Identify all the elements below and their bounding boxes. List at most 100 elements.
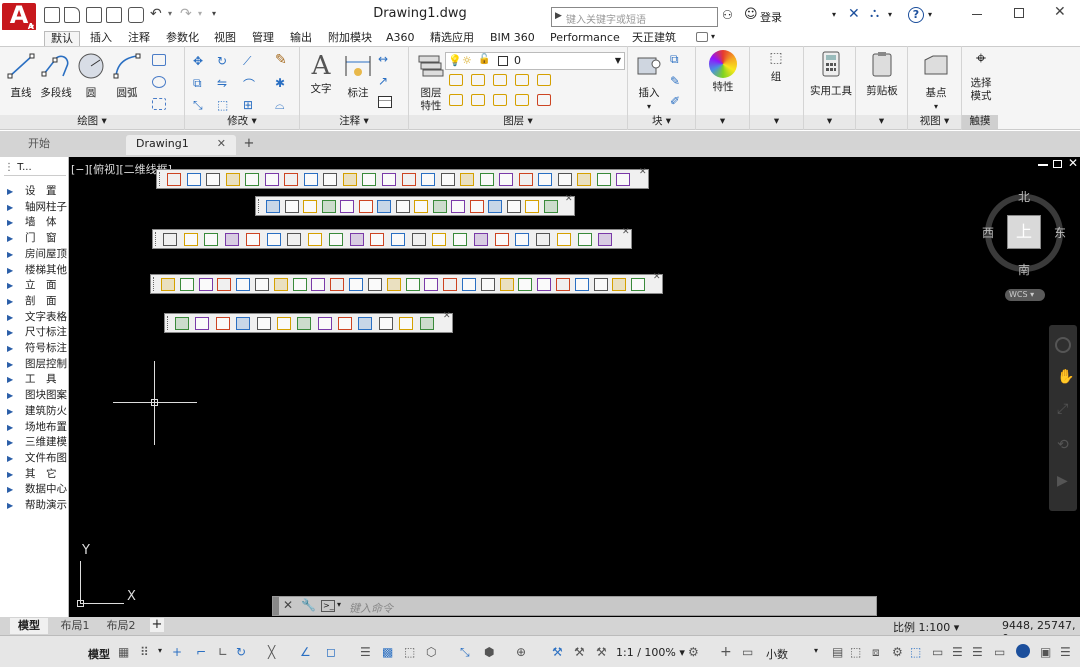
tab-layout2[interactable]: 布局2 (102, 618, 140, 634)
move-icon[interactable]: ✥ (193, 54, 203, 68)
clipboard-button[interactable]: 剪贴板 (860, 50, 904, 98)
ribbon-tab-10[interactable]: BIM 360 (484, 31, 541, 46)
toolbar-close-icon[interactable]: ✕ (639, 168, 647, 177)
toolbar-tool-icon[interactable] (370, 233, 385, 246)
customization-menu-icon[interactable]: ☰ (1060, 645, 1071, 659)
layer-tool-7-icon[interactable] (471, 94, 485, 106)
lineweight-small-icon[interactable]: ☰ (952, 645, 963, 659)
scale-icon[interactable]: ⬚ (217, 98, 228, 112)
toolbar-close-icon[interactable]: ✕ (653, 273, 661, 282)
toolbar-tool-icon[interactable] (175, 317, 189, 330)
toolbar-tool-icon[interactable] (499, 173, 514, 186)
toolbar-tool-icon[interactable] (245, 173, 260, 186)
toolbar-tool-icon[interactable] (362, 173, 377, 186)
toolbar-tool-icon[interactable] (225, 173, 240, 186)
toolbar-tool-icon[interactable] (204, 233, 219, 246)
toolbar-tool-icon[interactable] (536, 233, 551, 246)
help-dropdown-icon[interactable]: ▾ (928, 10, 932, 19)
toolbar-tool-icon[interactable] (537, 278, 552, 291)
toolbar-tool-icon[interactable] (421, 173, 436, 186)
toolbar-tool-icon[interactable] (612, 278, 627, 291)
layer-tool-6-icon[interactable] (449, 94, 463, 106)
toolbar-tool-icon[interactable] (179, 278, 194, 291)
viewcube-top-face[interactable]: 上 (1007, 215, 1041, 249)
toolbar-tool-icon[interactable] (395, 200, 410, 213)
rotate-icon[interactable]: ↻ (217, 54, 227, 68)
toolbar-tool-icon[interactable] (338, 317, 353, 330)
layer-tool-5-icon[interactable] (537, 74, 551, 86)
compass-west-label[interactable]: 西 (982, 224, 994, 241)
dynamic-ucs-icon[interactable]: ⤡ (460, 645, 470, 660)
toolbar-tool-icon[interactable] (217, 278, 232, 291)
palette-item-16[interactable]: ▶ 三维建模 (0, 435, 69, 450)
object-snap-tracking-icon[interactable]: ∠ (300, 645, 311, 659)
toolbar-tool-icon[interactable] (198, 278, 213, 291)
toolbar-tool-icon[interactable] (479, 173, 494, 186)
toolbar-tool-icon[interactable] (525, 200, 539, 213)
toolbar-tool-icon[interactable] (367, 278, 382, 291)
toolbar-tool-icon[interactable] (349, 278, 364, 291)
toolbar-tool-icon[interactable] (414, 200, 428, 213)
toolbar-tool-icon[interactable] (358, 317, 373, 330)
workspace-gear-icon[interactable]: ⚙ (688, 645, 699, 659)
close-window-icon[interactable]: ✕ (1054, 4, 1066, 20)
steering-wheel-icon[interactable] (1055, 337, 1071, 353)
panel-groups-expand[interactable]: ▾ (750, 115, 803, 129)
palette-item-17[interactable]: ▶ 文件布图 (0, 451, 69, 466)
toolbar-tool-icon[interactable] (195, 317, 210, 330)
palette-title[interactable]: ⋮ T... (4, 162, 66, 176)
layer-tool-2-icon[interactable] (471, 74, 485, 86)
toolbar-tool-icon[interactable] (440, 173, 455, 186)
palette-item-3[interactable]: ▶ 门 窗 (0, 231, 69, 246)
toolbar-tool-icon[interactable] (557, 173, 572, 186)
table-icon[interactable] (378, 96, 392, 108)
graphics-icon[interactable]: ☰ (972, 645, 983, 659)
toolbar-tool-icon[interactable] (245, 233, 260, 246)
rectangle-icon[interactable] (152, 54, 166, 66)
tab-layout1[interactable]: 布局1 (56, 618, 94, 634)
edit-attribute-icon[interactable]: ✐ (670, 94, 680, 108)
new-layout-icon[interactable]: + (150, 618, 164, 632)
tab-drawing1[interactable]: Drawing1 ✕ (126, 135, 236, 155)
panel-layers-title[interactable]: 图层 ▾ (409, 115, 627, 129)
undo-icon[interactable]: ↶ (150, 6, 162, 22)
layer-dropdown[interactable]: 💡 ☼ 🔓 0 ▼ (445, 52, 625, 70)
fillet-icon[interactable]: ⌒ (243, 76, 255, 93)
panel-view-title[interactable]: 视图 ▾ (908, 115, 961, 129)
binoculars-icon[interactable]: ⚇ (722, 8, 733, 22)
annotation-scale-label[interactable]: 比例 1:100 ▾ (893, 619, 959, 635)
toolbar-close-icon[interactable]: ✕ (622, 228, 630, 237)
ellipse-icon[interactable] (152, 76, 166, 88)
palette-item-8[interactable]: ▶ 文字表格 (0, 310, 69, 325)
lock-ui-icon[interactable]: ⬚ (850, 645, 861, 659)
toolbar-tool-icon[interactable] (538, 173, 553, 186)
command-prompt-icon[interactable]: >_ (321, 600, 335, 612)
units-icon[interactable]: ▭ (742, 645, 753, 659)
toolbar-tool-icon[interactable] (616, 173, 631, 186)
ribbon-tab-6[interactable]: 输出 (284, 31, 318, 46)
toolbar-grip[interactable] (167, 316, 170, 330)
toolbar-tool-icon[interactable] (161, 278, 175, 291)
toolbar-tool-icon[interactable] (419, 317, 434, 330)
toolbar-tool-icon[interactable] (399, 317, 414, 330)
ortho-icon[interactable]: ∟ (218, 645, 228, 659)
copy-icon[interactable]: ⧉ (193, 76, 202, 91)
toolbar-tool-icon[interactable] (598, 233, 613, 246)
toolbar-tool-icon[interactable] (264, 173, 279, 186)
create-block-icon[interactable]: ⧉ (670, 52, 679, 67)
panel-annotate-title[interactable]: 注释 ▾ (300, 115, 408, 129)
linear-dim-icon[interactable]: ↔ (378, 52, 388, 66)
toolbar-tool-icon[interactable] (506, 200, 521, 213)
properties-button[interactable]: 特性 (706, 50, 740, 94)
autodesk-icon[interactable] (1016, 644, 1030, 658)
toolbar-tool-icon[interactable] (276, 317, 291, 330)
full-screen-icon[interactable]: ▣ (1040, 645, 1051, 659)
toolbar-tool-icon[interactable] (499, 278, 514, 291)
toolbar-tool-icon[interactable] (515, 233, 530, 246)
viewport-minimize-icon[interactable] (1038, 164, 1048, 166)
save-as-icon[interactable] (106, 7, 122, 23)
maximize-icon[interactable] (1014, 8, 1024, 18)
line-button[interactable]: 直线 (6, 52, 36, 100)
palette-item-0[interactable]: ▶ 设 置 (0, 184, 69, 199)
help-icon[interactable]: ? (908, 7, 924, 23)
